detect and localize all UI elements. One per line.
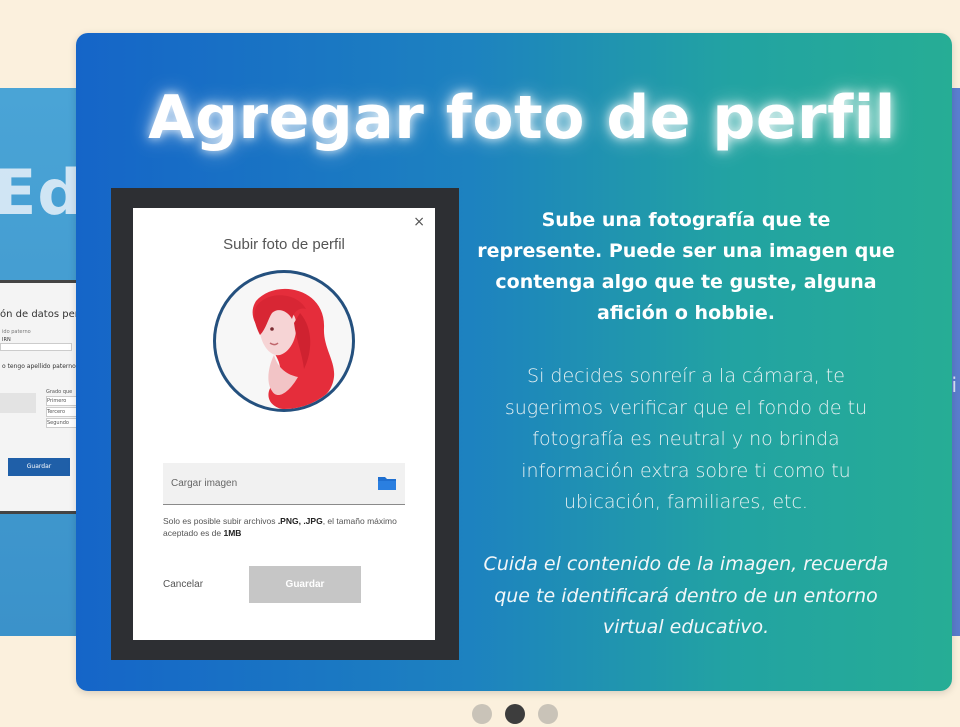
cancel-button[interactable]: Cancelar [163,579,203,590]
carousel-dot-1[interactable] [472,704,492,724]
avatar-illustration [213,270,355,412]
carousel-dot-3[interactable] [538,704,558,724]
hint-formats: .PNG, .JPG [277,516,323,526]
upload-modal: × Subir foto de perfil Cargar imagen Sol… [133,208,435,640]
hint-prefix: Solo es posible subir archivos [163,516,278,526]
slide-title: Agregar foto de perfil [148,83,896,153]
checkbox-label: o tengo apellido paterno [2,363,76,370]
advice-paragraph: Si decides sonreír a la cámara, te suger… [504,365,868,513]
caution-paragraph: Cuida el contenido de la imagen, recuerd… [483,553,889,638]
upload-placeholder: Cargar imagen [171,478,238,489]
screenshot-frame: × Subir foto de perfil Cargar imagen Sol… [111,188,459,660]
field-box [0,343,72,351]
previous-save-button: Guardar [8,458,70,476]
carousel-dot-2[interactable] [505,704,525,724]
intro-paragraph: Sube una fotografía que te represente. P… [477,209,895,324]
upload-image-field[interactable]: Cargar imagen [163,463,405,505]
modal-title: Subir foto de perfil [223,236,345,253]
select-label: Grado que [46,389,73,395]
grey-box [0,393,36,413]
field-label: ido paterno [2,329,31,335]
upload-hint: Solo es posible subir archivos .PNG, .JP… [163,515,413,539]
hint-size: 1MB [223,528,242,538]
save-button[interactable]: Guardar [249,566,361,603]
close-icon[interactable]: × [413,214,425,230]
slide-card: Agregar foto de perfil × Subir foto de p… [76,33,952,691]
folder-icon[interactable] [377,475,397,495]
